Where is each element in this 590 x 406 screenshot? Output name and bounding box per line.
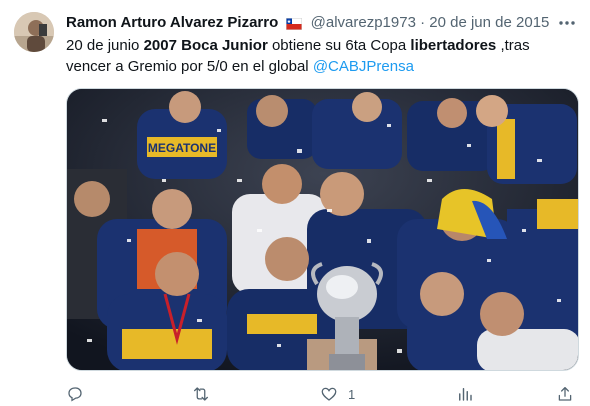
retweet-icon bbox=[193, 387, 209, 401]
avatar-image bbox=[14, 12, 54, 52]
text-part: 20 de junio bbox=[66, 37, 144, 54]
avatar[interactable] bbox=[14, 12, 54, 52]
share-icon bbox=[558, 386, 572, 401]
reply-button[interactable] bbox=[66, 384, 94, 404]
separator-dot: · bbox=[420, 14, 426, 31]
retweet-button[interactable] bbox=[192, 384, 220, 404]
tweet-text: 20 de junio 2007 Boca Junior obtiene su … bbox=[66, 35, 566, 77]
share-button[interactable] bbox=[556, 384, 584, 404]
author-name[interactable]: Ramon Arturo Alvarez Pizarro bbox=[66, 14, 278, 31]
like-count: 1 bbox=[348, 386, 356, 402]
like-button[interactable]: 1 bbox=[320, 384, 355, 404]
text-part: obtiene su 6ta Copa bbox=[267, 37, 411, 54]
heart-icon bbox=[321, 387, 337, 401]
mention-link[interactable]: @CABJPrensa bbox=[313, 58, 414, 75]
tweet[interactable]: Ramon Arturo Alvarez Pizarro @alvarezp19… bbox=[0, 0, 590, 404]
text-bold: 2007 Boca Junior bbox=[143, 37, 268, 54]
tweet-header: Ramon Arturo Alvarez Pizarro @alvarezp19… bbox=[66, 12, 576, 34]
tweet-date[interactable]: 20 de jun de 2015 bbox=[429, 14, 549, 31]
reply-icon bbox=[68, 387, 82, 402]
tweet-photo[interactable]: MEGATONE bbox=[66, 88, 579, 371]
author-handle[interactable]: @alvarezp1973 bbox=[311, 14, 416, 31]
jersey-sponsor-text: MEGATONE bbox=[148, 141, 216, 155]
text-bold: libertadores bbox=[410, 37, 497, 54]
views-button[interactable] bbox=[456, 384, 484, 404]
action-bar: 1 bbox=[66, 384, 578, 406]
views-icon bbox=[459, 388, 472, 401]
more-options-icon[interactable] bbox=[556, 14, 578, 32]
team-celebration-photo: MEGATONE bbox=[67, 89, 578, 370]
chile-flag-icon bbox=[286, 15, 303, 37]
